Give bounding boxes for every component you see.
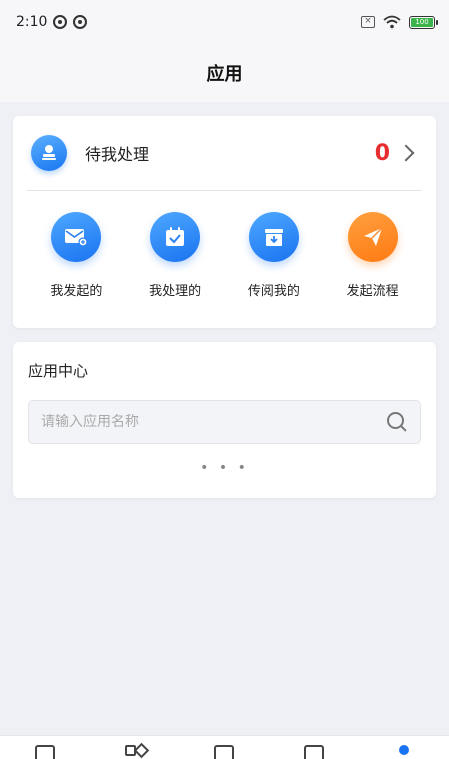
notification-icon-2 (73, 15, 88, 29)
app-center-title: 应用中心 (28, 362, 89, 380)
tab-contacts[interactable] (270, 736, 359, 759)
archive-download-icon (248, 212, 299, 262)
briefcase-icon (214, 745, 235, 759)
pending-label: 待我处理 (85, 145, 150, 164)
battery-icon: 100 (409, 15, 438, 29)
tab-work[interactable] (180, 736, 269, 759)
tab-documents[interactable] (0, 736, 89, 759)
page-title: 应用 (206, 64, 243, 85)
action-circulated-to-me[interactable]: 传阅我的 (229, 212, 319, 299)
wifi-icon (383, 15, 401, 29)
tab-profile[interactable] (360, 736, 449, 759)
pending-row[interactable]: 待我处理 0 (13, 116, 436, 190)
pending-count: 0 (374, 140, 390, 166)
pending-card: 待我处理 0 我发起的 我处理的 传阅我的 发起流程 (13, 116, 436, 328)
page-header: 应用 (0, 44, 449, 102)
action-start-process[interactable]: 发起流程 (328, 212, 418, 299)
notification-icon (53, 15, 68, 29)
action-label: 传阅我的 (247, 284, 300, 299)
quick-actions: 我发起的 我处理的 传阅我的 发起流程 (13, 212, 436, 299)
mail-send-icon (51, 212, 102, 262)
search-icon[interactable] (386, 411, 408, 433)
action-label: 我发起的 (50, 284, 103, 299)
calendar-check-icon (150, 212, 201, 262)
action-handled-by-me[interactable]: 我处理的 (130, 212, 220, 299)
action-initiated-by-me[interactable]: 我发起的 (31, 212, 121, 299)
action-label: 发起流程 (346, 284, 399, 299)
paper-plane-icon (347, 212, 398, 262)
sim-off-icon: × (361, 16, 375, 28)
apps-grid-icon (124, 745, 145, 759)
contacts-icon (304, 745, 325, 759)
user-stamp-icon (31, 135, 67, 171)
loading-indicator: • • • (200, 460, 249, 476)
action-label: 我处理的 (149, 284, 202, 299)
tab-apps[interactable] (90, 736, 179, 759)
battery-level: 100 (411, 17, 433, 27)
app-center-card: 应用中心 • • • (13, 342, 436, 498)
bottom-tab-bar (0, 735, 449, 759)
profile-dot-icon (399, 745, 410, 755)
document-icon (34, 745, 55, 759)
chevron-right-icon (397, 144, 415, 162)
search-input[interactable] (41, 414, 386, 430)
status-time: 2:10 (16, 14, 48, 30)
divider (27, 190, 422, 191)
search-box[interactable] (28, 400, 421, 444)
status-bar: 2:10 × 100 (0, 0, 449, 44)
